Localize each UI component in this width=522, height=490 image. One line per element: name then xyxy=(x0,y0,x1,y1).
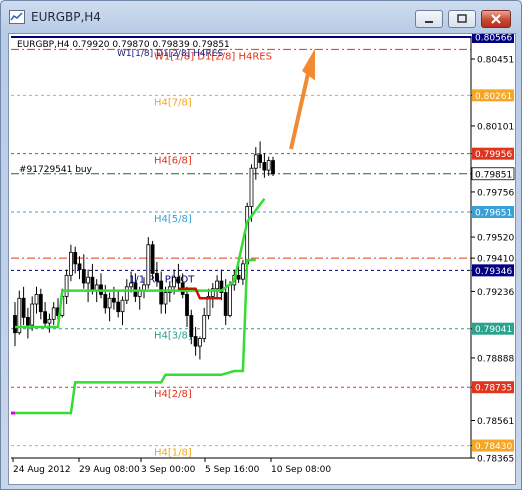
candle-body xyxy=(185,294,189,316)
candle-body xyxy=(228,284,232,316)
y-tick-label: 0.78888 xyxy=(477,354,514,364)
candle-body xyxy=(47,318,52,324)
candle-body xyxy=(112,297,116,303)
candle-body xyxy=(197,338,202,347)
candle-body xyxy=(245,206,250,265)
candle-body xyxy=(13,315,17,334)
candle-body xyxy=(249,167,254,207)
y-tick-label: 0.79236 xyxy=(477,288,514,298)
candle-body xyxy=(90,276,95,292)
level-label: H4[5/8] xyxy=(154,214,192,225)
chart-window-icon xyxy=(9,10,25,24)
candle-body xyxy=(43,311,47,324)
candle-body xyxy=(266,160,271,171)
current-price-label: 0.79851 xyxy=(475,170,512,180)
y-tick-label: 0.80101 xyxy=(477,122,514,132)
minimize-icon xyxy=(425,21,433,23)
y-tick-label: 0.80451 xyxy=(477,55,514,65)
candle-body xyxy=(21,297,26,318)
window-title: EURGBP,H4 xyxy=(31,10,101,24)
candle-body xyxy=(189,315,194,337)
x-tick-label: 3 Sep 00:00 xyxy=(141,465,196,475)
title-bar[interactable]: EURGBP,H4 xyxy=(1,1,521,33)
price-tag-label: 0.78430 xyxy=(475,442,512,452)
candle-body xyxy=(154,273,159,282)
candle-body xyxy=(176,276,181,284)
candle-body xyxy=(150,244,155,274)
candle-body xyxy=(116,301,121,313)
y-tick-label: 0.78561 xyxy=(477,417,514,427)
candle-body xyxy=(240,263,245,280)
overlap-level-label: W1[1/8] D1[2/8] H4RES xyxy=(117,49,223,59)
maximize-icon xyxy=(457,14,467,23)
x-tick-label: 10 Sep 08:00 xyxy=(271,465,331,475)
price-tag-label: 0.79041 xyxy=(475,325,512,335)
candle-body xyxy=(223,292,228,316)
candle-body xyxy=(69,251,73,276)
level-label: H4[1/8] xyxy=(154,448,192,459)
y-tick-label: 0.79410 xyxy=(477,255,514,265)
candle-body xyxy=(159,280,164,305)
candle-body xyxy=(30,303,35,326)
price-tag-label: 0.79651 xyxy=(475,209,512,219)
candle-body xyxy=(73,251,78,265)
candle-body xyxy=(236,274,241,280)
candle-body xyxy=(172,276,177,288)
candle-body xyxy=(86,276,90,284)
candle-body xyxy=(163,292,168,305)
candle-body xyxy=(202,315,207,339)
candle-body xyxy=(146,244,151,286)
candle-body xyxy=(193,336,198,347)
close-icon xyxy=(491,14,501,24)
close-button[interactable] xyxy=(481,10,511,28)
candle-body xyxy=(103,294,108,309)
candle-body xyxy=(107,297,112,309)
x-tick-label: 24 Aug 2012 xyxy=(13,465,71,475)
candle-body xyxy=(262,162,267,171)
candle-body xyxy=(51,307,56,320)
price-tag-label: 0.80566 xyxy=(475,34,512,44)
chart-area[interactable]: W1[1/8] D1[2/8] H4RES H4[7/8] H4[6/8] H4[5/… xyxy=(8,33,516,485)
level-label: H4[6/8] xyxy=(154,156,192,167)
x-tick-label: 29 Aug 08:00 xyxy=(79,465,140,475)
candle-body xyxy=(25,317,30,326)
candle-body xyxy=(124,286,129,301)
candle-body xyxy=(271,160,275,175)
candle-body xyxy=(77,263,82,270)
candle-body xyxy=(129,282,133,288)
chart-window: EURGBP,H4 W1[1/8] D1[2/8] H4RES H4[7/8] H4… xyxy=(0,0,522,490)
candle-body xyxy=(215,280,220,290)
minimize-button[interactable] xyxy=(415,10,443,28)
price-tag-label: 0.79956 xyxy=(475,150,512,160)
candle-body xyxy=(64,274,69,297)
level-label: H4[7/8] xyxy=(154,97,192,108)
price-tag-label: 0.80261 xyxy=(475,92,512,102)
candle-body xyxy=(34,294,39,305)
maximize-button[interactable] xyxy=(448,10,476,28)
price-tag-label: 0.79346 xyxy=(475,267,512,277)
candle-body xyxy=(38,294,43,313)
candle-body xyxy=(120,299,125,313)
candle-body xyxy=(258,154,263,163)
price-chart[interactable]: W1[1/8] D1[2/8] H4RES H4[7/8] H4[6/8] H4[5/… xyxy=(9,34,515,484)
candle-body xyxy=(81,269,86,284)
price-tag-label: 0.78735 xyxy=(475,384,512,394)
y-tick-label: 0.79520 xyxy=(477,234,514,244)
level-label: H4[3/8] xyxy=(154,331,192,342)
order-label: #91729541 buy xyxy=(19,165,93,175)
candle-body xyxy=(253,154,258,169)
x-tick-label: 5 Sep 16:00 xyxy=(205,465,260,475)
y-tick-label: 0.79756 xyxy=(477,188,514,198)
level-label: H4[2/8] xyxy=(154,389,192,400)
y-tick-label: 0.78365 xyxy=(477,455,514,465)
